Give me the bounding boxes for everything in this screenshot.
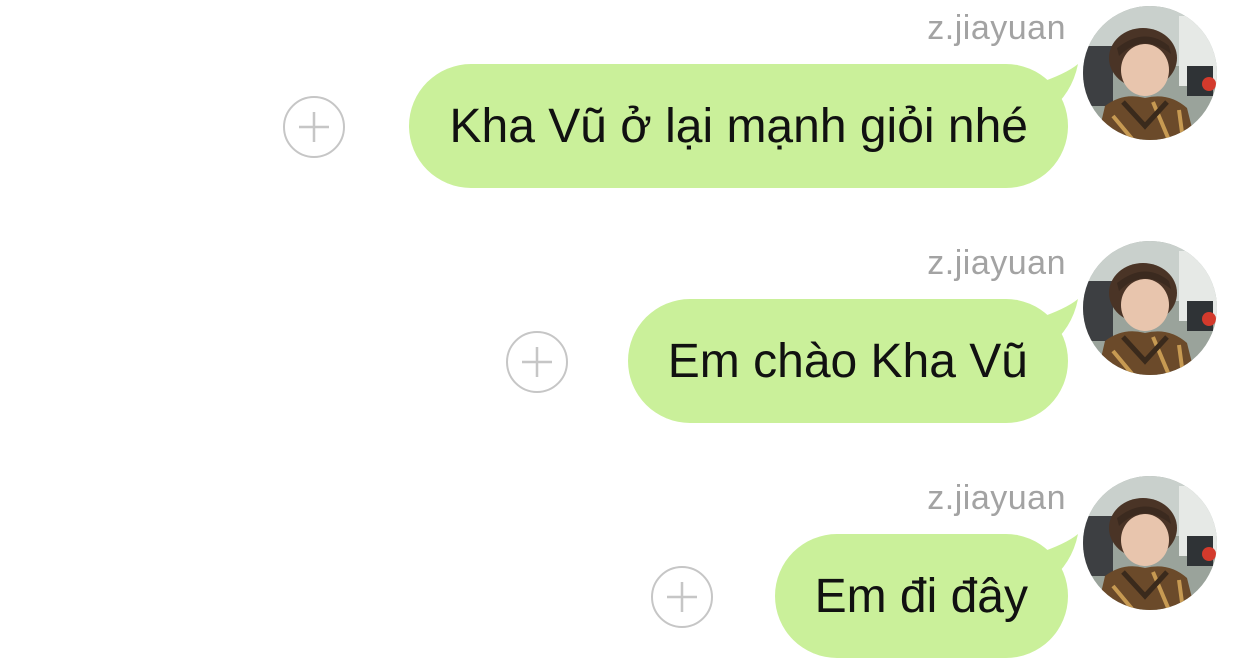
add-reaction-button[interactable] [506, 331, 568, 393]
avatar[interactable] [1083, 476, 1217, 610]
sender-name: z.jiayuan [927, 244, 1066, 282]
plus-circle-icon [667, 582, 697, 612]
sender-name: z.jiayuan [927, 9, 1066, 47]
message-bubble-wrapper: Em chào Kha Vũ [627, 299, 1078, 423]
message-bubble[interactable]: Em chào Kha Vũ [627, 299, 1068, 423]
sender-name: z.jiayuan [927, 479, 1066, 517]
avatar[interactable] [1083, 6, 1217, 140]
add-reaction-button[interactable] [651, 566, 713, 628]
message-row: z.jiayuan Em đi đây [0, 470, 1242, 660]
message-bubble-wrapper: Em đi đây [774, 534, 1078, 658]
message-row: z.jiayuan Em chào Kha Vũ [0, 235, 1242, 425]
message-bubble-wrapper: Kha Vũ ở lại mạnh giỏi nhé [409, 64, 1078, 188]
plus-circle-icon [522, 347, 552, 377]
add-reaction-button[interactable] [283, 96, 345, 158]
avatar[interactable] [1083, 241, 1217, 375]
plus-circle-icon [299, 112, 329, 142]
message-row: z.jiayuan Kha Vũ ở lại mạnh giỏi nhé [0, 0, 1242, 190]
message-bubble[interactable]: Kha Vũ ở lại mạnh giỏi nhé [409, 64, 1068, 188]
message-bubble[interactable]: Em đi đây [774, 534, 1068, 658]
